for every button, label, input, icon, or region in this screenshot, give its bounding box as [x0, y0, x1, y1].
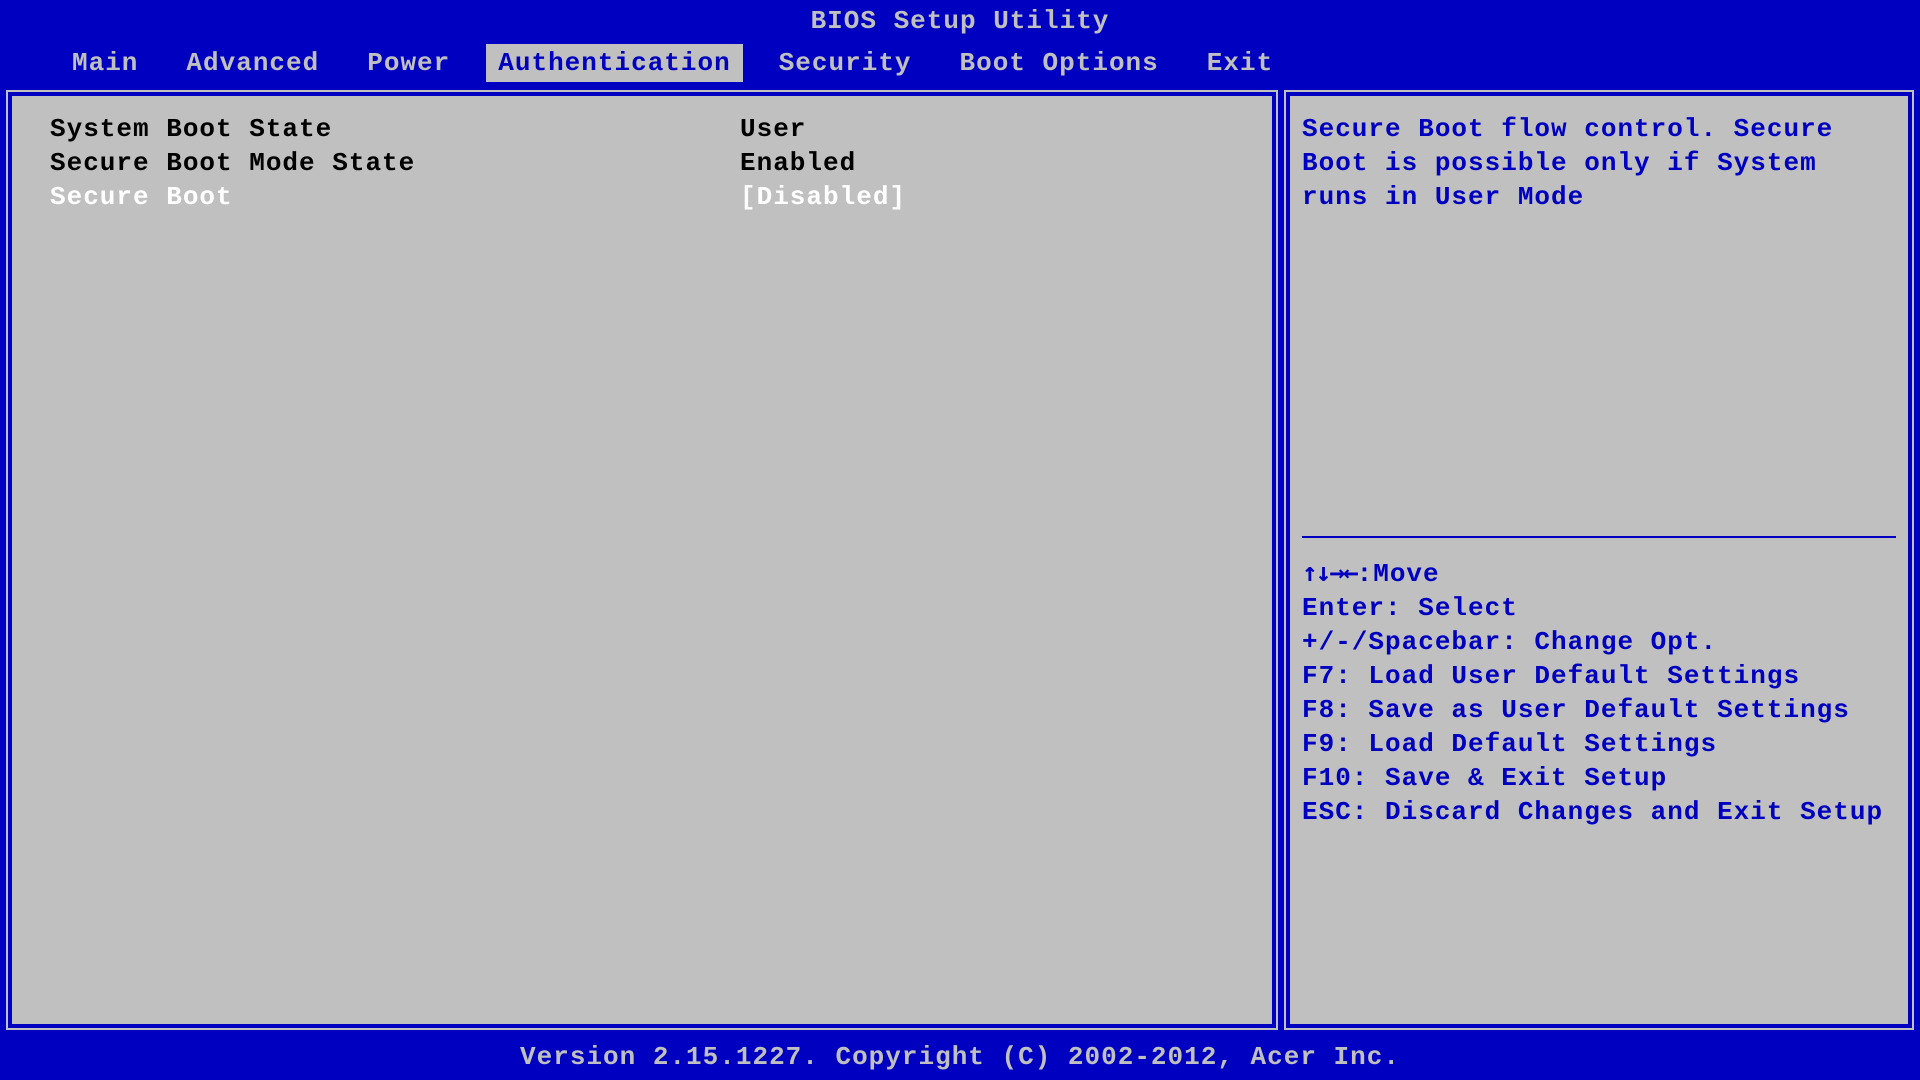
hint-f7: F7: Load User Default Settings	[1302, 659, 1896, 693]
hint-enter: Enter: Select	[1302, 591, 1896, 625]
tab-boot-options[interactable]: Boot Options	[948, 44, 1171, 82]
setting-secure-boot-mode-state[interactable]: Secure Boot Mode State Enabled	[50, 146, 1234, 180]
setting-label: Secure Boot	[50, 180, 740, 214]
help-text: Secure Boot flow control. Secure Boot is…	[1302, 112, 1896, 214]
hint-f10: F10: Save & Exit Setup	[1302, 761, 1896, 795]
hint-esc: ESC: Discard Changes and Exit Setup	[1302, 795, 1896, 829]
help-section: Secure Boot flow control. Secure Boot is…	[1302, 112, 1896, 522]
hint-f9: F9: Load Default Settings	[1302, 727, 1896, 761]
tab-exit[interactable]: Exit	[1195, 44, 1285, 82]
setting-label: System Boot State	[50, 112, 740, 146]
bios-setup-utility: BIOS Setup Utility Main Advanced Power A…	[0, 0, 1920, 1080]
app-title: BIOS Setup Utility	[811, 6, 1110, 36]
footer-bar: Version 2.15.1227. Copyright (C) 2002-20…	[0, 1036, 1920, 1080]
title-bar: BIOS Setup Utility	[0, 0, 1920, 42]
arrows-icon: ↑↓→←	[1302, 558, 1357, 588]
hint-f8: F8: Save as User Default Settings	[1302, 693, 1896, 727]
hint-move-label: :Move	[1357, 559, 1440, 589]
tab-advanced[interactable]: Advanced	[174, 44, 331, 82]
setting-system-boot-state[interactable]: System Boot State User	[50, 112, 1234, 146]
tab-security[interactable]: Security	[767, 44, 924, 82]
setting-value: [Disabled]	[740, 180, 906, 214]
footer-text: Version 2.15.1227. Copyright (C) 2002-20…	[520, 1042, 1400, 1072]
menu-bar: Main Advanced Power Authentication Secur…	[0, 42, 1920, 84]
hint-move: ↑↓→←:Move	[1302, 556, 1896, 591]
tab-power[interactable]: Power	[355, 44, 462, 82]
help-panel: Secure Boot flow control. Secure Boot is…	[1284, 90, 1914, 1030]
tab-authentication[interactable]: Authentication	[486, 44, 742, 82]
setting-value: User	[740, 112, 806, 146]
content-area: System Boot State User Secure Boot Mode …	[0, 84, 1920, 1036]
hint-change: +/-/Spacebar: Change Opt.	[1302, 625, 1896, 659]
settings-panel: System Boot State User Secure Boot Mode …	[6, 90, 1278, 1030]
tab-main[interactable]: Main	[60, 44, 150, 82]
setting-label: Secure Boot Mode State	[50, 146, 740, 180]
setting-value: Enabled	[740, 146, 856, 180]
divider	[1302, 536, 1896, 538]
setting-secure-boot[interactable]: Secure Boot [Disabled]	[50, 180, 1234, 214]
key-hints-section: ↑↓→←:Move Enter: Select +/-/Spacebar: Ch…	[1302, 556, 1896, 829]
